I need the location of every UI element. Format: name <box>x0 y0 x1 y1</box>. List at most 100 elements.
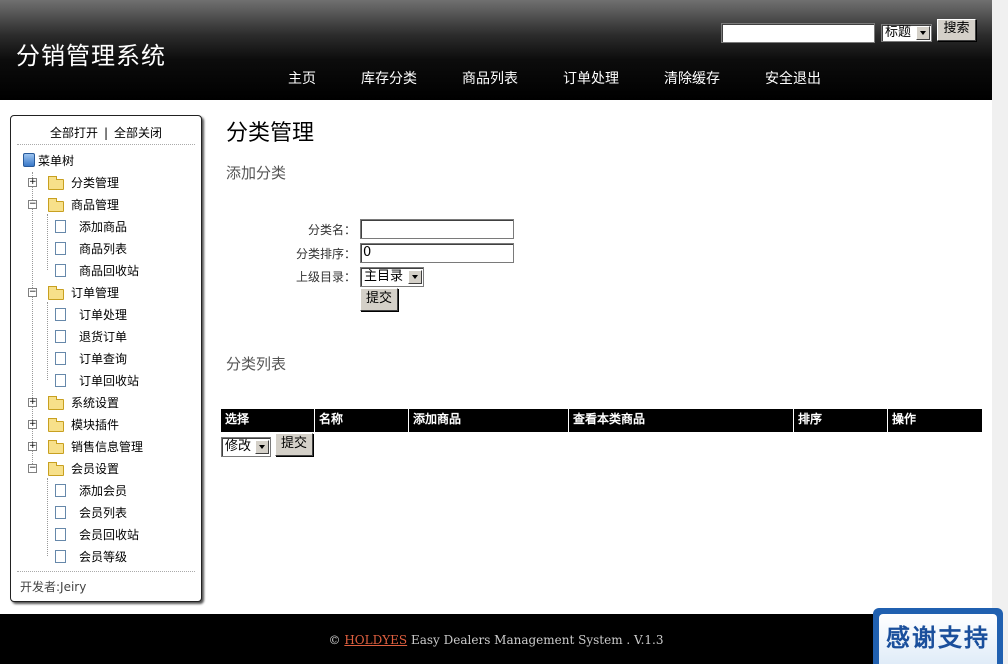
batch-action-submit-button[interactable]: 提交 <box>275 433 313 456</box>
separator: | <box>103 126 109 140</box>
column-header-name: 名称 <box>315 409 409 432</box>
parent-directory-label: 上级目录： <box>295 270 356 284</box>
tree-group-order[interactable]: − 订单管理 <box>28 284 198 302</box>
folder-icon <box>48 176 64 190</box>
column-header-select: 选择 <box>221 409 315 432</box>
column-header-view-products: 查看本类商品 <box>569 409 794 432</box>
page-footer: © HOLDYES Easy Dealers Management System… <box>0 614 992 664</box>
nav-clear-cache[interactable]: 清除缓存 <box>664 68 720 88</box>
parent-directory-select[interactable]: 主目录 <box>360 267 424 287</box>
tree-item-label: 会员列表 <box>79 506 128 520</box>
category-order-label: 分类排序： <box>295 247 356 261</box>
tree-item-label: 会员等级 <box>79 550 128 564</box>
folder-icon <box>48 396 64 410</box>
tree-item-label: 会员回收站 <box>79 528 140 542</box>
tree-group-label: 订单管理 <box>71 286 120 300</box>
page-icon <box>55 242 66 255</box>
tree-group-label: 模块插件 <box>71 418 120 432</box>
search-input[interactable] <box>721 23 875 43</box>
page-icon <box>55 352 66 365</box>
nav-inventory-category[interactable]: 库存分类 <box>361 68 417 88</box>
category-list-heading: 分类列表 <box>226 355 287 373</box>
nav-product-list[interactable]: 商品列表 <box>462 68 518 88</box>
page-icon <box>55 374 66 387</box>
system-name: Easy Dealers Management System . V.1.3 <box>410 633 664 647</box>
add-category-submit-button[interactable]: 提交 <box>360 288 398 311</box>
page-title: 分类管理 <box>226 121 315 146</box>
tree-group-label: 销售信息管理 <box>71 440 144 454</box>
computer-icon <box>23 153 35 167</box>
plus-icon[interactable]: + <box>28 442 37 451</box>
tree-item-label: 商品回收站 <box>79 264 140 278</box>
copyright-symbol: © <box>328 633 341 647</box>
batch-action-select[interactable]: 修改 <box>221 437 271 457</box>
chevron-down-icon <box>255 440 269 454</box>
divider <box>17 571 195 572</box>
chevron-down-icon <box>916 26 930 40</box>
folder-open-icon <box>48 286 64 300</box>
tree-group-sales-info[interactable]: + 销售信息管理 <box>28 438 198 456</box>
app-title: 分销管理系统 <box>16 42 166 70</box>
tree-group-category[interactable]: + 分类管理 <box>28 174 198 192</box>
tree-item-label: 订单回收站 <box>79 374 140 388</box>
folder-open-icon <box>48 198 64 212</box>
tree-item-label: 订单处理 <box>79 308 128 322</box>
header-bar: 分销管理系统 标题 搜索 主页 库存分类 商品列表 订单处理 清除缓存 安全退出 <box>0 0 992 100</box>
chevron-down-icon <box>408 270 422 284</box>
page-icon <box>55 506 66 519</box>
tree-group-plugins[interactable]: + 模块插件 <box>28 416 198 434</box>
page-icon <box>55 550 66 563</box>
nav-order-processing[interactable]: 订单处理 <box>563 68 619 88</box>
tree-group-label: 商品管理 <box>71 198 120 212</box>
tree-group-members[interactable]: − 会员设置 <box>28 460 198 478</box>
tree-item-label: 添加会员 <box>79 484 128 498</box>
tree-group-label: 会员设置 <box>71 462 120 476</box>
tree-group-system-settings[interactable]: + 系统设置 <box>28 394 198 412</box>
collapse-all-link[interactable]: 全部关闭 <box>114 126 162 140</box>
sidebar-menu: 全部打开 | 全部关闭 菜单树 + 分类管理 − 商品管理 添加商品 商品列表 商品… <box>10 115 202 602</box>
nav-home[interactable]: 主页 <box>288 68 316 88</box>
divider <box>17 144 195 145</box>
minus-icon[interactable]: − <box>28 200 37 209</box>
search-field-select[interactable]: 标题 <box>881 24 932 42</box>
search-field-selected: 标题 <box>885 25 912 40</box>
column-header-actions: 操作 <box>892 412 917 426</box>
folder-icon <box>48 418 64 432</box>
expand-all-link[interactable]: 全部打开 <box>50 126 98 140</box>
category-order-input[interactable]: 0 <box>360 243 514 263</box>
nav-logout[interactable]: 安全退出 <box>765 68 821 88</box>
search-button[interactable]: 搜索 <box>937 19 976 41</box>
plus-icon[interactable]: + <box>28 178 37 187</box>
tree-item-label: 订单查询 <box>79 352 128 366</box>
brand-link[interactable]: HOLDYES <box>344 633 407 647</box>
vertical-scrollbar[interactable] <box>992 0 1008 664</box>
category-name-input[interactable] <box>360 219 514 239</box>
page-icon <box>55 264 66 277</box>
footer-text: © HOLDYES Easy Dealers Management System… <box>0 633 992 647</box>
minus-icon[interactable]: − <box>28 464 37 473</box>
batch-action-selected: 修改 <box>225 439 252 454</box>
tree-line <box>47 214 48 270</box>
plus-icon[interactable]: + <box>28 420 37 429</box>
category-name-label: 分类名： <box>307 223 356 237</box>
minus-icon[interactable]: − <box>28 288 37 297</box>
tree-item-label: 商品列表 <box>79 242 128 256</box>
tree-root-label: 菜单树 <box>38 154 75 168</box>
tree-item-label: 退货订单 <box>79 330 128 344</box>
column-header-add-product: 添加商品 <box>409 409 569 432</box>
page-icon <box>55 308 66 321</box>
plus-icon[interactable]: + <box>28 398 37 407</box>
page-icon <box>55 528 66 541</box>
folder-icon <box>48 440 64 454</box>
thanks-badge-text: 感谢支持 <box>879 614 997 664</box>
column-header-order: 排序 <box>794 409 888 432</box>
thanks-badge[interactable]: 感谢支持 <box>873 608 1003 664</box>
sidebar-toggle-bar: 全部打开 | 全部关闭 <box>11 124 201 141</box>
tree-line <box>47 478 48 556</box>
tree-group-label: 分类管理 <box>71 176 120 190</box>
tree-group-label: 系统设置 <box>71 396 120 410</box>
page-icon <box>55 220 66 233</box>
page-icon <box>55 484 66 497</box>
category-table-header: 选择 名称 添加商品 查看本类商品 排序 操作 <box>221 409 982 432</box>
tree-group-product[interactable]: − 商品管理 <box>28 196 198 214</box>
